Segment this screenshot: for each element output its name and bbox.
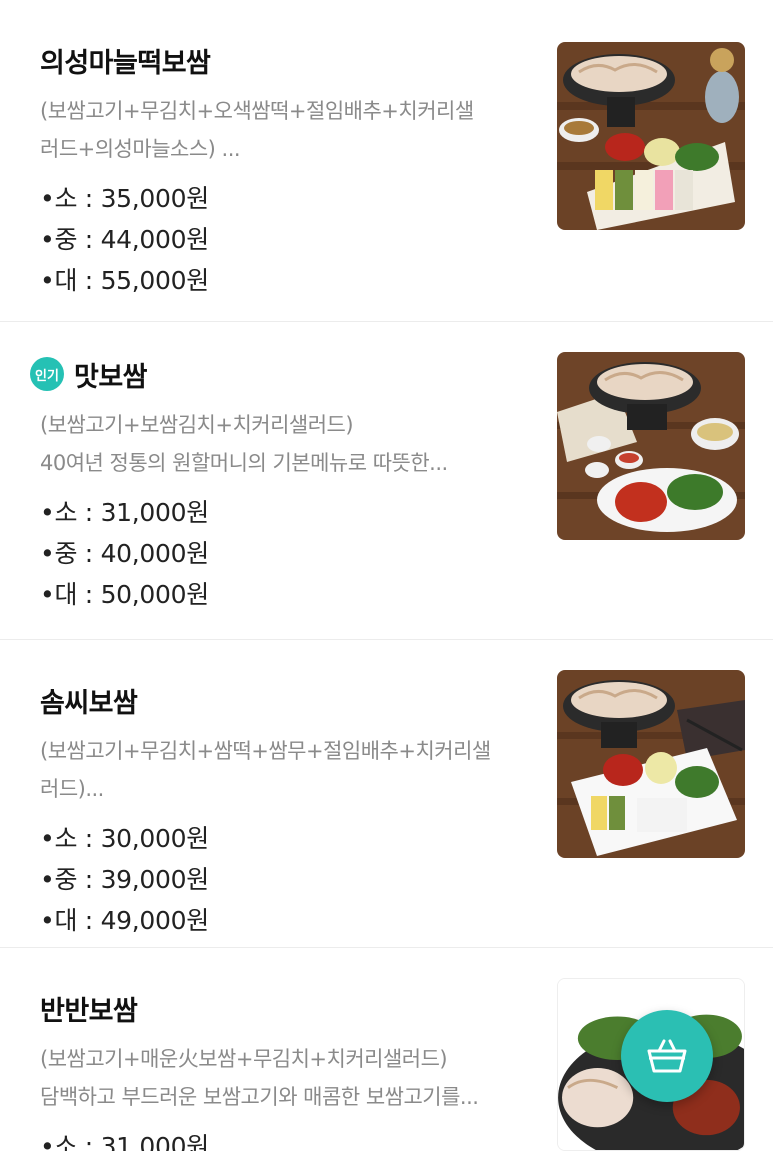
title-row: 솜씨보쌈 <box>40 680 550 720</box>
price-list: •소 : 35,000원 •중 : 44,000원 •대 : 55,000원 <box>40 178 550 301</box>
menu-description: (보쌈고기+매운火보쌈+무김치+치커리샐러드) 담백하고 부드러운 보쌈고기와 … <box>40 1040 550 1116</box>
menu-item[interactable]: 의성마늘떡보쌈 (보쌈고기+무김치+오색쌈떡+절임배추+치커리샐 러드+의성마늘… <box>0 0 773 322</box>
menu-item-info: 인기 맛보쌈 (보쌈고기+보쌈김치+치커리샐러드) 40여년 정통의 원할머니의… <box>30 354 550 615</box>
price-list: •소 : 31,000원 <box>40 1126 550 1151</box>
price-medium: •중 : 44,000원 <box>40 225 209 254</box>
menu-item-info: 솜씨보쌈 (보쌈고기+무김치+쌈떡+쌈무+절임배추+치커리샐 러드)... •소… <box>40 680 550 941</box>
price-list: •소 : 31,000원 •중 : 40,000원 •대 : 50,000원 <box>40 492 550 615</box>
title-row: 의성마늘떡보쌈 <box>40 40 550 80</box>
description-line: 담백하고 부드러운 보쌈고기와 매콤한 보쌈고기를... <box>40 1085 479 1109</box>
menu-item-image[interactable] <box>557 670 745 858</box>
description-line: (보쌈고기+무김치+오색쌈떡+절임배추+치커리샐 <box>40 99 474 123</box>
menu-item-info: 반반보쌈 (보쌈고기+매운火보쌈+무김치+치커리샐러드) 담백하고 부드러운 보… <box>40 988 550 1151</box>
cart-button[interactable] <box>621 1010 713 1102</box>
menu-item-image[interactable] <box>557 42 745 230</box>
description-line: (보쌈고기+무김치+쌈떡+쌈무+절임배추+치커리샐 <box>40 739 491 763</box>
menu-description: (보쌈고기+보쌈김치+치커리샐러드) 40여년 정통의 원할머니의 기본메뉴로 … <box>40 406 550 482</box>
menu-list: 의성마늘떡보쌈 (보쌈고기+무김치+오색쌈떡+절임배추+치커리샐 러드+의성마늘… <box>0 0 773 1151</box>
menu-item[interactable]: 솜씨보쌈 (보쌈고기+무김치+쌈떡+쌈무+절임배추+치커리샐 러드)... •소… <box>0 640 773 948</box>
menu-description: (보쌈고기+무김치+오색쌈떡+절임배추+치커리샐 러드+의성마늘소스) ... <box>40 92 550 168</box>
popular-badge: 인기 <box>30 357 64 391</box>
price-large: •대 : 50,000원 <box>40 580 209 609</box>
price-medium: •중 : 39,000원 <box>40 865 209 894</box>
price-large: •대 : 49,000원 <box>40 906 209 935</box>
description-line: (보쌈고기+보쌈김치+치커리샐러드) <box>40 413 354 437</box>
bossam-plate-image <box>557 670 745 858</box>
price-small: •소 : 31,000원 <box>40 498 209 527</box>
title-row: 반반보쌈 <box>40 988 550 1028</box>
menu-item-image[interactable] <box>557 352 745 540</box>
price-medium: •중 : 40,000원 <box>40 539 209 568</box>
menu-title: 의성마늘떡보쌈 <box>40 47 211 79</box>
price-large: •대 : 55,000원 <box>40 266 209 295</box>
price-list: •소 : 30,000원 •중 : 39,000원 •대 : 49,000원 <box>40 818 550 941</box>
title-row: 인기 맛보쌈 <box>30 354 550 394</box>
menu-item-info: 의성마늘떡보쌈 (보쌈고기+무김치+오색쌈떡+절임배추+치커리샐 러드+의성마늘… <box>40 40 550 301</box>
price-small: •소 : 31,000원 <box>40 1132 209 1151</box>
price-small: •소 : 35,000원 <box>40 184 209 213</box>
shopping-basket-icon <box>647 1039 687 1073</box>
bossam-platter-image <box>557 42 745 230</box>
menu-title: 반반보쌈 <box>40 995 138 1027</box>
description-line: 러드+의성마늘소스) ... <box>40 137 241 161</box>
description-line: (보쌈고기+매운火보쌈+무김치+치커리샐러드) <box>40 1047 448 1071</box>
description-line: 러드)... <box>40 777 104 801</box>
menu-description: (보쌈고기+무김치+쌈떡+쌈무+절임배추+치커리샐 러드)... <box>40 732 550 808</box>
bossam-kimchi-image <box>557 352 745 540</box>
menu-title: 솜씨보쌈 <box>40 687 138 719</box>
description-line: 40여년 정통의 원할머니의 기본메뉴로 따뜻한... <box>40 451 448 475</box>
price-small: •소 : 30,000원 <box>40 824 209 853</box>
menu-title: 맛보쌈 <box>74 361 148 393</box>
menu-item[interactable]: 인기 맛보쌈 (보쌈고기+보쌈김치+치커리샐러드) 40여년 정통의 원할머니의… <box>0 322 773 640</box>
